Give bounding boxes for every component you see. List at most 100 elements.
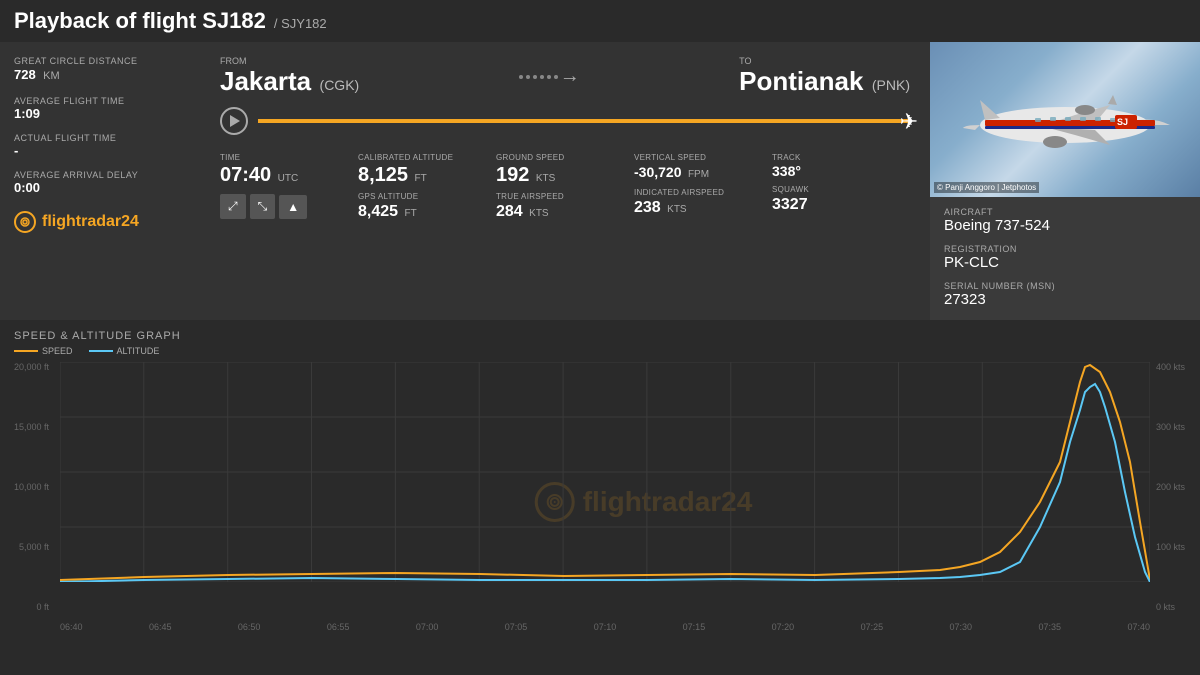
aircraft-type-value: Boeing 737-524 [944, 217, 1186, 234]
registration-label: REGISTRATION [944, 244, 1186, 254]
y-label-300kts: 300 kts [1156, 422, 1185, 432]
graph-area: flightradar24 20,000 ft 15,000 ft 10,000… [0, 362, 1200, 642]
path-button[interactable]: ⤡ [250, 194, 276, 219]
graph-legend: SPEED ALTITUDE [0, 346, 1200, 356]
dot [526, 75, 530, 79]
graph-section: SPEED & ALTITUDE GRAPH SPEED ALTITUDE fl… [0, 320, 1200, 675]
progress-bar[interactable]: ✈ [258, 119, 910, 123]
from-label: FROM [220, 56, 359, 66]
x-label-0720: 07:20 [772, 622, 795, 632]
x-label-0730: 07:30 [950, 622, 973, 632]
photo-bg: SJ [930, 42, 1200, 197]
cal-alt-cell: CALIBRATED ALTITUDE 8,125 FT GPS ALTITUD… [358, 149, 496, 225]
speed-legend: SPEED [14, 346, 73, 356]
altitude-legend-line [89, 350, 113, 352]
gcd-stat: GREAT CIRCLE DISTANCE 728 KM [14, 56, 186, 84]
actual-flight-stat: ACTUAL FLIGHT TIME - [14, 133, 186, 158]
ground-speed-value-row: 192 KTS [496, 164, 634, 186]
left-stats-panel: GREAT CIRCLE DISTANCE 728 KM AVERAGE FLI… [0, 42, 200, 320]
dot [554, 75, 558, 79]
y-label-200kts: 200 kts [1156, 482, 1185, 492]
cal-alt-value-row: 8,125 FT [358, 164, 496, 186]
x-axis: 06:40 06:45 06:50 06:55 07:00 07:05 07:1… [60, 622, 1150, 642]
x-label-0655: 06:55 [327, 622, 350, 632]
controls-row: ⤢ ⤡ ▲ [220, 194, 358, 219]
aircraft-type-label: AIRCRAFT [944, 207, 1186, 217]
y-label-10k: 10,000 ft [14, 482, 49, 492]
to-city: Pontianak [739, 66, 863, 96]
avg-flight-value: 1:09 [14, 106, 186, 121]
arrow-icon: → [560, 65, 580, 88]
aircraft-photo: SJ © Panji Anggoro | Jetphotos [930, 42, 1200, 197]
dot [519, 75, 523, 79]
gcd-value: 728 KM [14, 66, 186, 84]
x-label-0710: 07:10 [594, 622, 617, 632]
progress-fill [258, 119, 910, 123]
gps-alt-value: 8,425 [358, 203, 398, 220]
x-label-0740: 07:40 [1127, 622, 1150, 632]
dot [533, 75, 537, 79]
x-label-0715: 07:15 [683, 622, 706, 632]
x-label-0700: 07:00 [416, 622, 439, 632]
avg-delay-value: 0:00 [14, 180, 186, 195]
top-section: Playback of flight SJ182 / SJY182 GREAT … [0, 0, 1200, 320]
play-icon [230, 115, 240, 127]
ind-as-row: 238 KTS [634, 199, 772, 217]
aircraft-type-block: AIRCRAFT Boeing 737-524 [944, 207, 1186, 234]
y-label-20k: 20,000 ft [14, 362, 49, 372]
y-label-400kts: 400 kts [1156, 362, 1185, 372]
y-label-0: 0 ft [36, 602, 49, 612]
x-label-0640: 06:40 [60, 622, 83, 632]
gps-alt-row: 8,425 FT [358, 203, 496, 221]
departure-info: FROM Jakarta (CGK) [220, 56, 359, 97]
x-label-0725: 07:25 [861, 622, 884, 632]
center-flight-panel: FROM Jakarta (CGK) → [200, 42, 930, 320]
to-label: TO [739, 56, 910, 66]
gcd-label: GREAT CIRCLE DISTANCE [14, 56, 186, 66]
actual-flight-value: - [14, 143, 186, 158]
msn-label: SERIAL NUMBER (MSN) [944, 281, 1186, 291]
title-bar: Playback of flight SJ182 / SJY182 [0, 0, 1200, 42]
route-dots [519, 75, 558, 79]
fr24-logo-text: flightradar24 [42, 213, 139, 231]
flight-data-grid: TIME 07:40 UTC ⤢ ⤡ ▲ CALIBRATED ALTITUDE [220, 149, 910, 225]
route-row: FROM Jakarta (CGK) → [220, 56, 910, 97]
chart-button[interactable]: ▲ [279, 195, 307, 219]
from-code: (CGK) [320, 77, 360, 93]
svg-text:SJ: SJ [1117, 117, 1128, 127]
y-label-100kts: 100 kts [1156, 542, 1185, 552]
y-axis-left: 20,000 ft 15,000 ft 10,000 ft 5,000 ft 0… [0, 362, 55, 612]
true-as-row: 284 KTS [496, 203, 634, 221]
track-value: 338° [772, 164, 910, 179]
actual-flight-label: ACTUAL FLIGHT TIME [14, 133, 186, 143]
iata-code: / SJY182 [274, 16, 327, 31]
progress-plane-icon: ✈ [900, 109, 918, 135]
time-value-row: 07:40 UTC [220, 164, 358, 186]
chart-svg [60, 362, 1150, 582]
ground-speed-cell: GROUND SPEED 192 KTS TRUE AIRSPEED 284 K… [496, 149, 634, 225]
y-label-0kts: 0 kts [1156, 602, 1175, 612]
gps-alt-sub: GPS ALTITUDE 8,425 FT [358, 192, 496, 221]
squawk-sub: SQUAWK 3327 [772, 185, 910, 214]
altitude-legend-label: ALTITUDE [117, 346, 160, 356]
avg-flight-label: AVERAGE FLIGHT TIME [14, 96, 186, 106]
x-label-0705: 07:05 [505, 622, 528, 632]
x-label-0645: 06:45 [149, 622, 172, 632]
photo-credit: © Panji Anggoro | Jetphotos [934, 182, 1039, 193]
speed-legend-label: SPEED [42, 346, 73, 356]
registration-block: REGISTRATION PK-CLC [944, 244, 1186, 271]
play-button[interactable] [220, 107, 248, 135]
x-label-0650: 06:50 [238, 622, 261, 632]
expand-button[interactable]: ⤢ [220, 194, 246, 219]
x-label-0735: 07:35 [1038, 622, 1061, 632]
to-code: (PNK) [872, 77, 910, 93]
true-as-value: 284 [496, 203, 523, 220]
vert-speed-value-row: -30,720 FPM [634, 164, 772, 182]
graph-title: SPEED & ALTITUDE GRAPH [0, 330, 1200, 342]
track-squawk-cell: TRACK 338° SQUAWK 3327 [772, 149, 910, 225]
vert-speed-cell: VERTICAL SPEED -30,720 FPM INDICATED AIR… [634, 149, 772, 225]
msn-block: SERIAL NUMBER (MSN) 27323 [944, 281, 1186, 308]
vert-speed-value: -30,720 [634, 164, 681, 180]
route-arrow: → [369, 65, 729, 88]
avg-delay-label: AVERAGE ARRIVAL DELAY [14, 170, 186, 180]
